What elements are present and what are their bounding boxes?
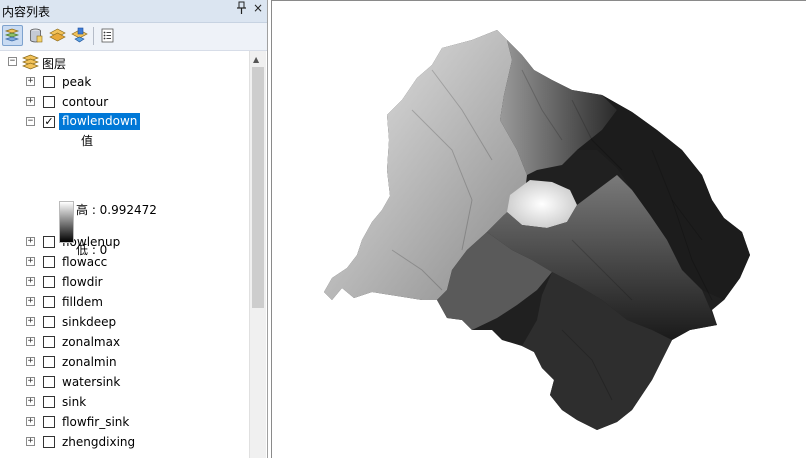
- layer-label[interactable]: flowfir_sink: [62, 415, 129, 429]
- legend-color-ramp: [59, 201, 74, 243]
- layer-visibility-checkbox[interactable]: [43, 396, 55, 408]
- layer-visibility-checkbox[interactable]: ✓: [43, 116, 55, 128]
- table-of-contents-panel: 内容列表 × − 图层 + peak + contour − ✓ flowlen…: [0, 0, 268, 458]
- scrollbar-thumb[interactable]: [252, 67, 264, 308]
- database-icon: [30, 28, 43, 43]
- layer-label[interactable]: flowlendown: [59, 113, 141, 130]
- layer-row-sinkdeep[interactable]: + sinkdeep: [0, 312, 249, 332]
- tree-root-layers[interactable]: − 图层: [0, 52, 249, 72]
- layer-visibility-checkbox[interactable]: [43, 256, 55, 268]
- expand-icon[interactable]: +: [26, 337, 35, 346]
- layer-row-flowfir_sink[interactable]: + flowfir_sink: [0, 412, 249, 432]
- layer-row-filldem[interactable]: + filldem: [0, 292, 249, 312]
- expand-icon[interactable]: +: [26, 437, 35, 446]
- expand-icon[interactable]: +: [26, 417, 35, 426]
- expand-icon[interactable]: +: [26, 317, 35, 326]
- layer-visibility-checkbox[interactable]: [43, 436, 55, 448]
- tree-root-label[interactable]: 图层: [42, 55, 66, 72]
- toc-scrollbar[interactable]: ▲: [249, 51, 266, 458]
- expand-icon[interactable]: +: [26, 257, 35, 266]
- layers-group-icon: [22, 53, 39, 73]
- list-by-source-button[interactable]: [25, 25, 46, 46]
- expand-icon[interactable]: +: [26, 97, 35, 106]
- layer-row-peak[interactable]: + peak: [0, 72, 249, 92]
- list-by-drawing-order-button[interactable]: [2, 25, 23, 46]
- layer-label[interactable]: contour: [62, 95, 108, 109]
- selection-icon: [71, 27, 88, 43]
- layer-label[interactable]: flowdir: [62, 275, 103, 289]
- expand-icon[interactable]: +: [26, 237, 35, 246]
- collapse-icon[interactable]: −: [8, 57, 17, 66]
- layer-visibility-checkbox[interactable]: [43, 76, 55, 88]
- expand-icon[interactable]: +: [26, 377, 35, 386]
- layer-visibility-checkbox[interactable]: [43, 236, 55, 248]
- map-border: [272, 0, 806, 1]
- close-icon[interactable]: ×: [253, 1, 263, 15]
- layer-label[interactable]: watersink: [62, 375, 120, 389]
- layer-row-zonalmin[interactable]: + zonalmin: [0, 352, 249, 372]
- layer-visibility-checkbox[interactable]: [43, 296, 55, 308]
- toc-title-bar: 内容列表 ×: [0, 0, 267, 23]
- expand-icon[interactable]: +: [26, 77, 35, 86]
- expand-icon[interactable]: +: [26, 397, 35, 406]
- flowlendown-raster: [324, 30, 750, 430]
- scroll-up-icon[interactable]: ▲: [253, 55, 259, 64]
- options-button[interactable]: [97, 25, 118, 46]
- layer-visibility-checkbox[interactable]: [43, 336, 55, 348]
- drawing-order-icon: [4, 28, 20, 42]
- pin-icon[interactable]: [236, 1, 247, 18]
- layer-row-flowlendown[interactable]: − ✓ flowlendown: [0, 112, 249, 132]
- layer-label[interactable]: sinkdeep: [62, 315, 116, 329]
- list-by-visibility-button[interactable]: [47, 25, 68, 46]
- toolbar-separator: [93, 27, 94, 45]
- layer-row-zonalmax[interactable]: + zonalmax: [0, 332, 249, 352]
- layer-label[interactable]: filldem: [62, 295, 103, 309]
- layer-visibility-checkbox[interactable]: [43, 96, 55, 108]
- layer-label[interactable]: zonalmax: [62, 335, 120, 349]
- expand-icon[interactable]: +: [26, 297, 35, 306]
- list-by-selection-button[interactable]: [69, 25, 90, 46]
- toc-title: 内容列表: [2, 5, 51, 19]
- layer-row-sink[interactable]: + sink: [0, 392, 249, 412]
- layer-visibility-checkbox[interactable]: [43, 376, 55, 388]
- layer-visibility-checkbox[interactable]: [43, 276, 55, 288]
- expand-icon[interactable]: +: [26, 277, 35, 286]
- collapse-icon[interactable]: −: [26, 117, 35, 126]
- layer-label[interactable]: zhengdixing: [62, 435, 135, 449]
- expand-icon[interactable]: +: [26, 357, 35, 366]
- layer-row-zhengdixing[interactable]: + zhengdixing: [0, 432, 249, 452]
- layer-row-watersink[interactable]: + watersink: [0, 372, 249, 392]
- toc-toolbar: [0, 23, 267, 51]
- layer-row-flowlenup[interactable]: + flowlenup: [0, 232, 249, 252]
- legend-field-label: 值: [81, 134, 94, 148]
- layer-visibility-checkbox[interactable]: [43, 356, 55, 368]
- layers-icon: [49, 28, 66, 42]
- layer-visibility-checkbox[interactable]: [43, 416, 55, 428]
- layer-label[interactable]: sink: [62, 395, 86, 409]
- layer-row-flowdir[interactable]: + flowdir: [0, 272, 249, 292]
- options-icon: [101, 28, 114, 43]
- layer-tree: − 图层 + peak + contour − ✓ flowlendown + flowlenu…: [0, 51, 249, 458]
- map-view[interactable]: [271, 0, 806, 458]
- layer-visibility-checkbox[interactable]: [43, 316, 55, 328]
- layer-label[interactable]: zonalmin: [62, 355, 117, 369]
- layer-row-contour[interactable]: + contour: [0, 92, 249, 112]
- layer-label[interactable]: peak: [62, 75, 91, 89]
- layer-row-flowacc[interactable]: + flowacc: [0, 252, 249, 272]
- legend-high-value: 高 : 0.992472: [76, 203, 157, 217]
- legend-low-value: 低 : 0: [76, 243, 108, 257]
